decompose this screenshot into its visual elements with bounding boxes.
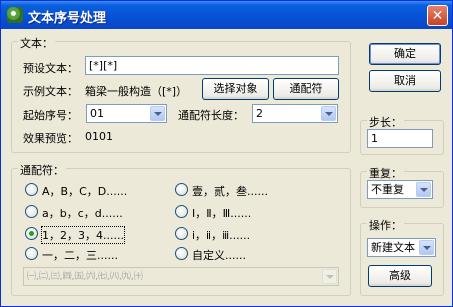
start-number-value: 01 [90,107,104,120]
start-number-select[interactable]: 01 [86,104,167,123]
ok-button[interactable]: 确定 [369,43,441,65]
radio-chinese-financial[interactable] [175,183,188,196]
repeat-value: 不重复 [371,183,404,196]
chevron-down-icon[interactable] [150,106,165,121]
radio-custom-label[interactable]: 自定义...... [192,247,246,263]
radio-arabic-label[interactable]: 1，2，3，4...... [41,226,125,244]
custom-wildcard-select: ㈠,㈡,㈢,㈣,㈤,㈥,㈦,㈧,㈨,㈩ [23,267,339,286]
radio-upper-roman[interactable] [175,205,188,218]
example-text-value: 箱梁一般构造（[*]） [85,85,188,98]
custom-wildcard-value: ㈠,㈡,㈢,㈣,㈤,㈥,㈦,㈧,㈨,㈩ [27,272,143,282]
step-group-legend: 步长： [367,114,404,130]
radio-chinese-numeral-label[interactable]: 一，二，三...... [42,247,118,263]
start-number-label: 起始序号： [23,109,78,122]
select-object-button[interactable]: 选择对象 [202,78,269,100]
radio-upper-alpha-label[interactable]: A，B，C，D...... [42,183,127,199]
preset-text-input[interactable]: [*][*] [85,56,339,75]
radio-chinese-numeral[interactable] [25,247,38,260]
preview-label: 效果预览： [23,132,78,145]
window-title: 文本序号处理 [28,11,107,26]
chevron-down-icon[interactable] [416,182,431,197]
example-text-label: 示例文本： [23,85,78,98]
app-icon [7,7,23,23]
radio-chinese-financial-label[interactable]: 壹，贰，叁...... [192,183,268,199]
close-button[interactable]: ✕ [427,5,448,26]
text-group-legend: 文本： [18,35,55,51]
advanced-button[interactable]: 高级 [368,265,432,287]
preview-value: 0101 [85,130,113,143]
wildcard-length-value: 2 [256,107,263,120]
radio-lower-roman-label[interactable]: ⅰ，ⅱ，ⅲ...... [192,227,250,243]
radio-lower-roman[interactable] [175,227,188,240]
step-input[interactable]: 1 [367,129,433,148]
operation-select[interactable]: 新建文本 [367,238,436,257]
radio-arabic[interactable] [25,227,38,240]
title-bar[interactable]: 文本序号处理 ✕ [1,1,452,29]
radio-upper-alpha[interactable] [25,183,38,196]
operation-group-legend: 操作： [367,217,404,233]
chevron-down-icon[interactable] [321,106,336,121]
radio-lower-alpha[interactable] [25,205,38,218]
wildcard-length-select[interactable]: 2 [252,104,338,123]
wildcard-group-legend: 通配符： [18,162,66,178]
repeat-select[interactable]: 不重复 [367,180,433,199]
radio-custom[interactable] [175,247,188,260]
wildcard-length-label: 通配符长度： [178,109,244,122]
cancel-button[interactable]: 取消 [369,70,441,92]
radio-lower-alpha-label[interactable]: a，b，c，d...... [42,205,123,221]
preset-text-label: 预设文本： [23,62,78,75]
wildcard-button[interactable]: 通配符 [273,78,339,100]
operation-value: 新建文本 [371,241,415,254]
radio-upper-roman-label[interactable]: Ⅰ，Ⅱ，Ⅲ...... [192,205,251,221]
dialog-window: 文本序号处理 ✕ 文本： 预设文本： [*][*] 示例文本： 箱梁一般构造（[… [0,0,453,307]
chevron-down-icon [322,269,337,284]
repeat-group-legend: 重复： [367,165,404,181]
chevron-down-icon[interactable] [419,240,434,255]
